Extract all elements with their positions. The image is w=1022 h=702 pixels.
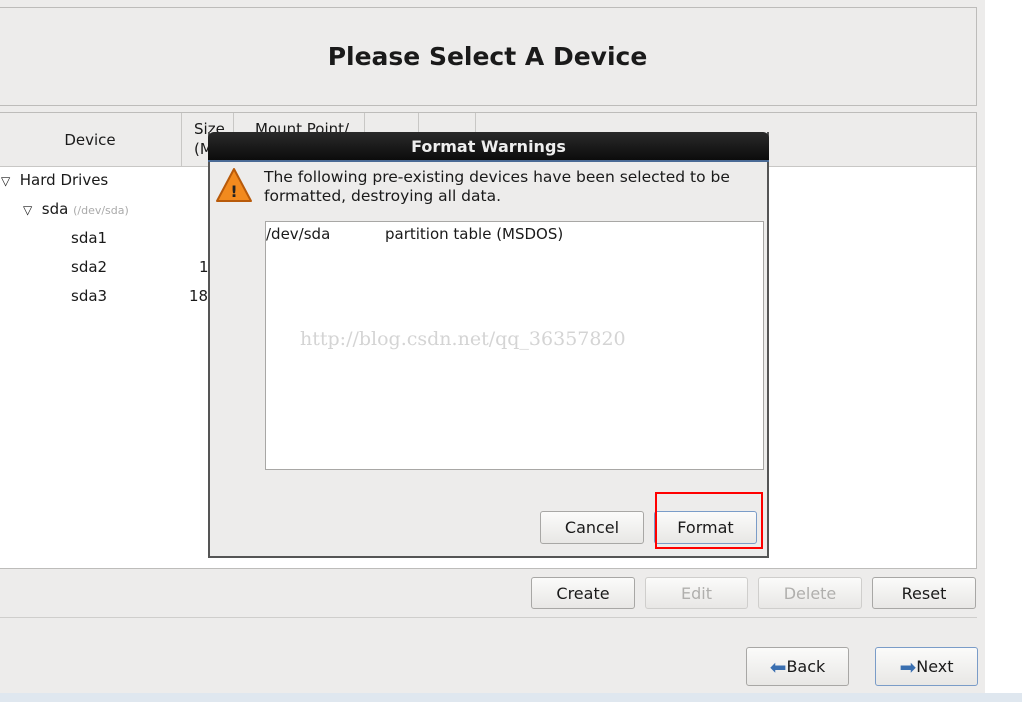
- size-cell: 18: [189, 287, 209, 305]
- expander-icon[interactable]: ▽: [23, 203, 32, 217]
- edit-button[interactable]: Edit: [645, 577, 748, 609]
- highlight-box: [655, 492, 763, 549]
- back-button[interactable]: ⬅ Back: [746, 647, 849, 686]
- expander-icon[interactable]: ▽: [1, 174, 10, 188]
- page-title: Please Select A Device: [0, 7, 977, 106]
- column-device[interactable]: Device: [0, 113, 182, 166]
- list-item-device: /dev/sda: [266, 225, 331, 243]
- tree-row-sda3[interactable]: sda3: [71, 287, 107, 305]
- list-item-description: partition table (MSDOS): [385, 225, 564, 243]
- tree-row-sda2[interactable]: sda2: [71, 258, 107, 276]
- tree-row-hard-drives[interactable]: ▽ Hard Drives: [1, 171, 108, 189]
- back-arrow-icon: ⬅: [769, 654, 787, 679]
- bottom-strip: [0, 693, 1022, 702]
- warning-icon: !: [216, 168, 252, 202]
- next-button[interactable]: ➡ Next: [875, 647, 978, 686]
- dialog-message: The following pre-existing devices have …: [264, 168, 730, 205]
- delete-button[interactable]: Delete: [758, 577, 862, 609]
- dialog-title: Format Warnings: [208, 132, 769, 162]
- tree-row-sda1[interactable]: sda1: [71, 229, 107, 247]
- tree-row-sda[interactable]: ▽ sda (/dev/sda): [23, 200, 129, 218]
- next-arrow-icon: ➡: [899, 654, 917, 679]
- create-button[interactable]: Create: [531, 577, 635, 609]
- watermark: http://blog.csdn.net/qq_36357820: [300, 328, 626, 350]
- reset-button[interactable]: Reset: [872, 577, 976, 609]
- svg-text:!: !: [230, 182, 237, 201]
- divider: [0, 617, 977, 618]
- device-list[interactable]: /dev/sda partition table (MSDOS) http://…: [265, 221, 764, 470]
- cancel-button[interactable]: Cancel: [540, 511, 644, 544]
